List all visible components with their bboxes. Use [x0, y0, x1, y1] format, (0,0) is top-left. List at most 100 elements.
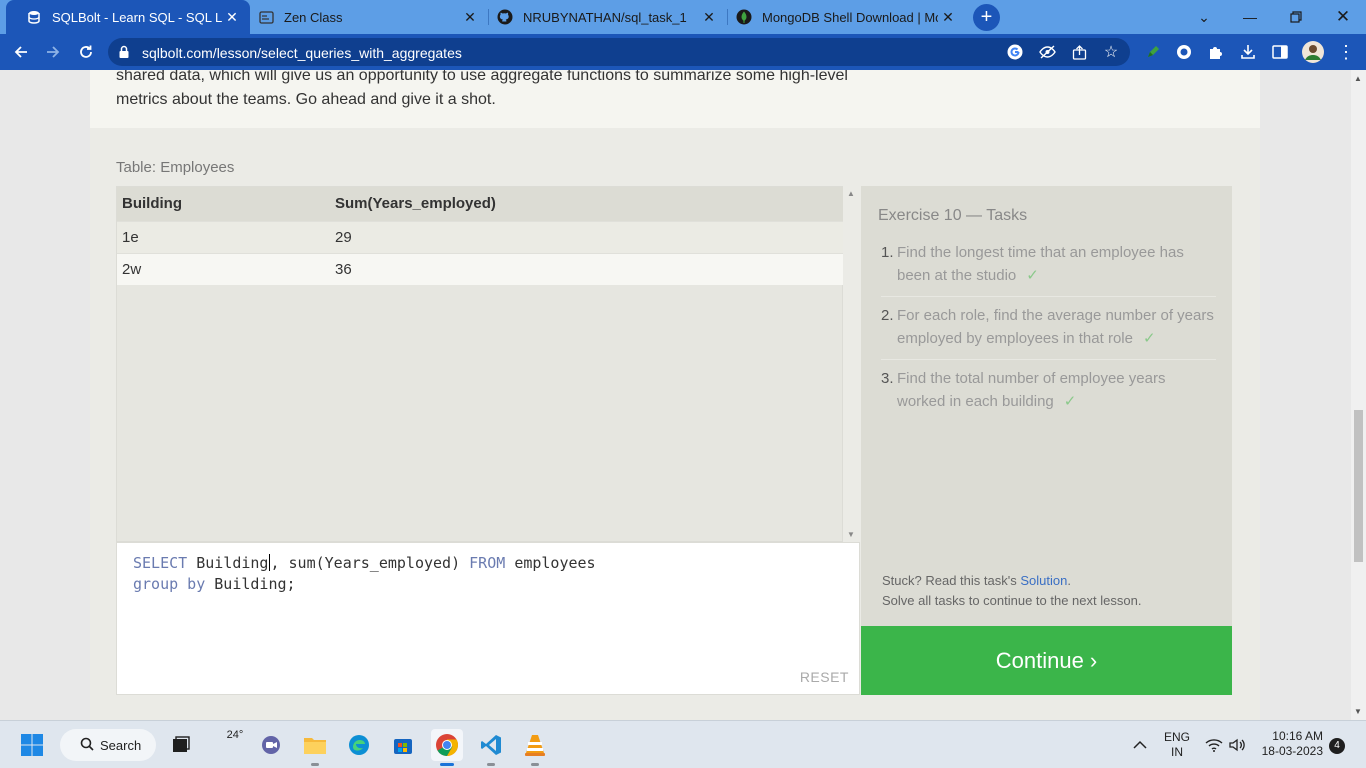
- taskbar-search[interactable]: Search: [60, 729, 156, 761]
- sqlbolt-favicon-icon: [26, 9, 42, 25]
- extension-pen-icon[interactable]: [1143, 42, 1163, 62]
- tab-zen-class[interactable]: Zen Class ✕: [238, 0, 488, 34]
- task-text: Find the total number of employee years …: [897, 370, 1166, 410]
- tab-strip: SQLBolt - Learn SQL - SQL Lesson ✕ Zen C…: [0, 0, 1366, 34]
- edge-icon[interactable]: [343, 729, 375, 761]
- tab-github[interactable]: NRUBYNATHAN/sql_task_1 ✕: [477, 0, 727, 34]
- table-row: 1e 29: [117, 220, 844, 253]
- table-cell: 36: [330, 252, 844, 285]
- scroll-down-icon[interactable]: ▼: [1354, 707, 1362, 716]
- task-view-icon[interactable]: [165, 729, 197, 761]
- tasks-panel: Exercise 10 — Tasks 1. Find the longest …: [861, 186, 1232, 626]
- download-icon[interactable]: [1238, 42, 1258, 62]
- sql-identifier: Building;: [214, 575, 296, 593]
- bookmark-star-icon[interactable]: ☆: [1102, 43, 1120, 61]
- url-text[interactable]: sqlbolt.com/lesson/select_queries_with_a…: [142, 45, 462, 61]
- window-favicon-icon: [258, 9, 274, 25]
- tab-sqlbolt[interactable]: SQLBolt - Learn SQL - SQL Lesson ✕: [6, 0, 250, 34]
- tab-title: Zen Class: [284, 9, 343, 25]
- search-icon: [80, 737, 94, 754]
- restore-icon[interactable]: [1273, 0, 1319, 34]
- sql-expression: , sum(Years_employed): [270, 554, 461, 572]
- tab-title: NRUBYNATHAN/sql_task_1: [523, 9, 687, 25]
- running-indicator: [311, 763, 319, 766]
- table-header-row: Building Sum(Years_employed): [117, 187, 844, 221]
- task-number: 1.: [881, 244, 894, 261]
- menu-kebab-icon[interactable]: ⋮: [1336, 42, 1356, 62]
- minimize-icon[interactable]: —: [1227, 0, 1273, 34]
- file-explorer-icon[interactable]: [299, 729, 331, 766]
- side-panel-icon[interactable]: [1270, 42, 1290, 62]
- teams-chat-icon[interactable]: [255, 729, 287, 761]
- region-code: IN: [1171, 745, 1183, 759]
- vscode-icon[interactable]: [475, 729, 507, 766]
- wifi-icon[interactable]: [1205, 721, 1223, 768]
- table-caption: Table: Employees: [116, 159, 235, 176]
- checkmark-icon: ✓: [1063, 392, 1077, 410]
- back-button[interactable]: [9, 40, 33, 64]
- running-indicator: [440, 763, 454, 766]
- extension-circle-icon[interactable]: [1174, 42, 1194, 62]
- scroll-down-icon[interactable]: ▼: [847, 530, 855, 539]
- lesson-intro-text: shared data, which will give us an oppor…: [116, 70, 936, 112]
- page-scrollbar[interactable]: ▲ ▼: [1351, 70, 1366, 720]
- tab-mongodb[interactable]: MongoDB Shell Download | Mon ✕: [716, 0, 966, 34]
- notification-badge[interactable]: 4: [1329, 738, 1345, 754]
- reset-button[interactable]: RESET: [800, 669, 849, 685]
- microsoft-store-icon[interactable]: [387, 729, 419, 761]
- scroll-up-icon[interactable]: ▲: [847, 189, 855, 198]
- system-clock[interactable]: 10:16 AM 18-03-2023: [1262, 729, 1323, 759]
- stuck-suffix: .: [1067, 573, 1071, 588]
- task-number: 2.: [881, 307, 894, 324]
- close-window-icon[interactable]: ✕: [1320, 0, 1366, 34]
- forward-button[interactable]: [41, 40, 65, 64]
- sql-keyword: SELECT: [133, 554, 188, 572]
- eye-off-icon[interactable]: [1038, 43, 1056, 61]
- checkmark-icon: ✓: [1026, 266, 1039, 284]
- sql-editor[interactable]: SELECT Building, sum(Years_employed) FRO…: [116, 542, 860, 695]
- github-icon: [497, 9, 513, 25]
- task-text: For each role, find the average number o…: [897, 307, 1214, 347]
- reload-button[interactable]: [74, 40, 98, 64]
- lock-icon: [118, 45, 132, 59]
- task-list: 1. Find the longest time that an employe…: [881, 242, 1216, 430]
- chrome-icon[interactable]: [431, 729, 463, 766]
- intro-line: shared data, which will give us an oppor…: [116, 70, 848, 84]
- search-label: Search: [100, 737, 142, 753]
- language-indicator[interactable]: ENG IN: [1164, 721, 1190, 768]
- volume-icon[interactable]: [1228, 721, 1246, 768]
- table-cell: 2w: [117, 252, 330, 285]
- task-item: 1. Find the longest time that an employe…: [881, 242, 1216, 297]
- close-icon[interactable]: ✕: [938, 9, 958, 26]
- running-indicator: [531, 763, 539, 766]
- sql-keyword: FROM: [469, 554, 506, 572]
- solution-link[interactable]: Solution: [1020, 573, 1067, 588]
- scrollbar-thumb[interactable]: [1354, 410, 1363, 562]
- browser-toolbar: sqlbolt.com/lesson/select_queries_with_a…: [0, 34, 1366, 70]
- sql-code[interactable]: SELECT Building, sum(Years_employed) FRO…: [133, 553, 596, 595]
- show-hidden-icons[interactable]: [1133, 721, 1147, 768]
- tab-title: MongoDB Shell Download | Mon: [762, 9, 938, 25]
- task-item: 2. For each role, find the average numbe…: [881, 305, 1216, 360]
- google-icon[interactable]: [1006, 43, 1024, 61]
- tab-title: SQLBolt - Learn SQL - SQL Lesson: [52, 9, 222, 25]
- new-tab-button[interactable]: +: [973, 4, 1000, 31]
- tab-search-icon[interactable]: ⌄: [1181, 0, 1227, 34]
- weather-widget[interactable]: 24°: [219, 725, 251, 745]
- extensions-puzzle-icon[interactable]: [1206, 42, 1226, 62]
- table-row: 2w 36: [117, 252, 844, 285]
- intro-line: metrics about the teams. Go ahead and gi…: [116, 91, 496, 108]
- sql-identifier: employees: [514, 554, 596, 572]
- results-scrollbar[interactable]: ▲ ▼: [843, 186, 860, 542]
- tasks-heading: Exercise 10 — Tasks: [878, 207, 1028, 224]
- address-bar[interactable]: sqlbolt.com/lesson/select_queries_with_a…: [108, 38, 1130, 66]
- scroll-up-icon[interactable]: ▲: [1354, 74, 1362, 83]
- vlc-icon[interactable]: [519, 729, 551, 766]
- profile-avatar[interactable]: [1301, 40, 1325, 64]
- windows-start-icon[interactable]: [16, 729, 48, 761]
- query-results: Building Sum(Years_employed) 1e 29 2w 36: [116, 186, 844, 542]
- share-icon[interactable]: [1070, 43, 1088, 61]
- continue-button[interactable]: Continue ›: [861, 626, 1232, 695]
- mongodb-leaf-icon: [736, 9, 752, 25]
- task-number: 3.: [881, 370, 894, 387]
